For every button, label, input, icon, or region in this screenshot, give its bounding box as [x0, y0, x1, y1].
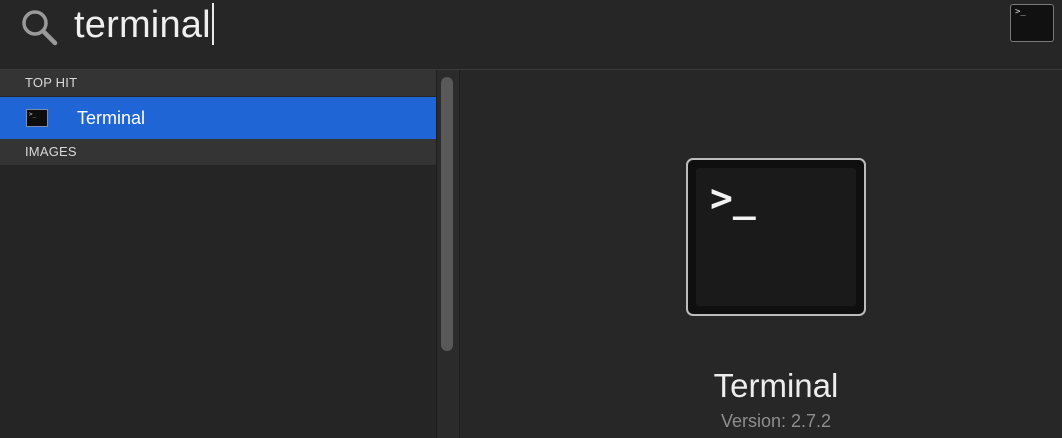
terminal-prompt-glyph: >_ — [29, 111, 37, 118]
terminal-app-icon: >_ — [1010, 4, 1054, 42]
results-scrollbar-thumb[interactable] — [441, 77, 453, 351]
results-list: TOP HIT >_ Terminal IMAGES — [0, 70, 436, 438]
spotlight-window: terminal >_ TOP HIT >_ Terminal IMAGES >… — [0, 0, 1062, 438]
result-item-label: Terminal — [77, 108, 146, 128]
terminal-prompt-glyph: >_ — [1015, 7, 1026, 17]
search-icon — [22, 10, 58, 46]
terminal-app-icon: >_ — [26, 109, 48, 127]
search-bar: terminal >_ — [0, 0, 1062, 70]
result-item-terminal[interactable]: >_ Terminal — [0, 97, 436, 139]
search-input[interactable]: terminal — [74, 2, 214, 48]
section-header-top-hit: TOP HIT — [0, 70, 436, 96]
terminal-prompt-glyph: >_ — [710, 176, 756, 220]
preview-app-name: Terminal — [713, 367, 839, 404]
text-caret — [211, 3, 214, 45]
terminal-app-icon: >_ — [686, 158, 866, 316]
section-header-images: IMAGES — [0, 139, 436, 165]
preview-version: Version: 2.7.2 — [720, 411, 832, 431]
search-query-text: terminal — [74, 4, 211, 46]
